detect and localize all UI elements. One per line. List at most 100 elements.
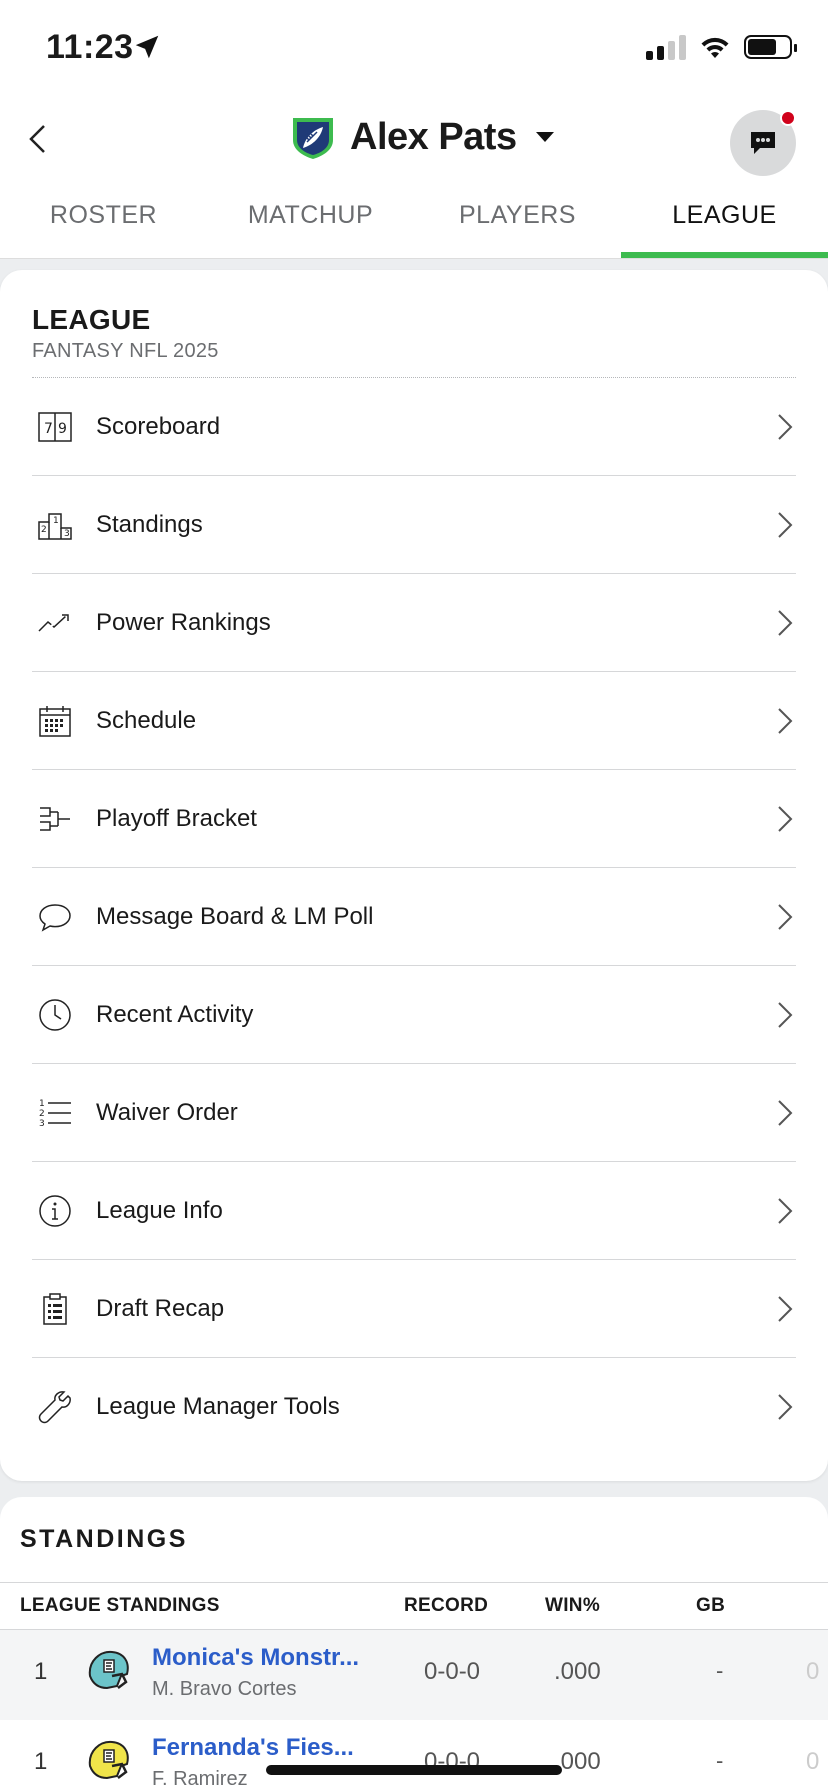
chevron-right-icon [778, 708, 793, 734]
chat-button[interactable] [730, 110, 796, 176]
svg-text:1: 1 [39, 1099, 45, 1109]
status-time: 11:23 [46, 28, 134, 66]
table-row[interactable]: 1 Fernanda's Fies... F. Ramirez 0-0-0 .0… [0, 1720, 828, 1792]
extra-column-value: 0 [806, 1748, 820, 1775]
tab-roster[interactable]: ROSTER [0, 191, 207, 258]
chat-bubble-icon [751, 132, 775, 154]
menu-item-playoff-bracket[interactable]: Playoff Bracket [32, 770, 796, 868]
home-indicator[interactable] [266, 1765, 562, 1775]
numbered-list-icon: 123 [35, 1093, 75, 1133]
menu-item-standings[interactable]: 213 Standings [32, 476, 796, 574]
team-helmet-icon [88, 1740, 129, 1780]
team-link[interactable]: Monica's Monstr... [152, 1644, 359, 1672]
menu-item-schedule[interactable]: Schedule [32, 672, 796, 770]
svg-text:7: 7 [44, 421, 53, 437]
info-icon [35, 1191, 75, 1231]
chevron-right-icon [778, 1394, 793, 1420]
menu-label: Schedule [96, 706, 197, 734]
chevron-right-icon [778, 1198, 793, 1224]
svg-text:2: 2 [41, 525, 47, 535]
chevron-right-icon [778, 1100, 793, 1126]
chevron-right-icon [778, 414, 793, 440]
menu-label: Draft Recap [96, 1294, 225, 1322]
menu-label: League Info [96, 1196, 223, 1224]
menu-item-league-manager-tools[interactable]: League Manager Tools [32, 1358, 796, 1456]
column-header-win-pct[interactable]: WIN% [545, 1595, 600, 1617]
owner-name: M. Bravo Cortes [152, 1678, 297, 1700]
extra-column-value: 0 [806, 1658, 820, 1685]
table-row[interactable]: 1 Monica's Monstr... M. Bravo Cortes 0-0… [0, 1630, 828, 1720]
svg-text:9: 9 [58, 421, 67, 437]
team-logo-icon [293, 118, 333, 159]
chevron-right-icon [778, 610, 793, 636]
win-pct: .000 [554, 1658, 601, 1685]
league-card: LEAGUE FANTASY NFL 2025 79 Scoreboard 21… [0, 270, 828, 1481]
menu-item-scoreboard[interactable]: 79 Scoreboard [32, 378, 796, 476]
menu-label: Waiver Order [96, 1098, 238, 1126]
wrench-icon [35, 1387, 75, 1427]
menu-item-recent-activity[interactable]: Recent Activity [32, 966, 796, 1064]
column-header-team: LEAGUE STANDINGS [20, 1595, 220, 1616]
team-helmet-icon [88, 1650, 129, 1690]
menu-item-league-info[interactable]: League Info [32, 1162, 796, 1260]
menu-label: Standings [96, 510, 203, 538]
menu-label: Scoreboard [96, 412, 221, 440]
chevron-right-icon [778, 1002, 793, 1028]
column-header-record[interactable]: RECORD [404, 1595, 488, 1617]
status-bar: 11:23 [0, 0, 828, 96]
clock-icon [35, 995, 75, 1035]
rank: 1 [34, 1748, 48, 1775]
column-header-gb[interactable]: GB [696, 1595, 725, 1617]
league-menu: 79 Scoreboard 213 Standings Power Rankin… [32, 378, 796, 1456]
menu-label: League Manager Tools [96, 1393, 340, 1420]
chevron-right-icon [778, 806, 793, 832]
back-chevron-icon[interactable] [22, 122, 56, 156]
status-indicators [646, 34, 797, 60]
menu-label: Message Board & LM Poll [96, 902, 374, 930]
clipboard-icon [35, 1289, 75, 1329]
menu-item-draft-recap[interactable]: Draft Recap [32, 1260, 796, 1358]
menu-label: Power Rankings [96, 608, 271, 636]
svg-text:3: 3 [39, 1119, 45, 1129]
record: 0-0-0 [424, 1658, 481, 1685]
tab-bar: ROSTER MATCHUP PLAYERS LEAGUE [0, 191, 828, 259]
league-subtitle: FANTASY NFL 2025 [32, 340, 219, 362]
calendar-icon [35, 701, 75, 741]
location-arrow-icon [135, 35, 159, 59]
speech-bubble-icon [35, 897, 75, 937]
caret-down-icon [535, 132, 554, 142]
tab-matchup[interactable]: MATCHUP [207, 191, 414, 258]
trend-icon [35, 603, 75, 643]
menu-item-waiver-order[interactable]: 123 Waiver Order [32, 1064, 796, 1162]
games-behind: - [716, 1658, 724, 1683]
scoreboard-icon: 79 [35, 407, 75, 447]
svg-text:1: 1 [53, 516, 59, 526]
owner-name: F. Ramirez [152, 1768, 248, 1790]
battery-icon [744, 35, 797, 59]
menu-item-power-rankings[interactable]: Power Rankings [32, 574, 796, 672]
standings-title: STANDINGS [20, 1525, 188, 1553]
league-heading: LEAGUE FANTASY NFL 2025 [32, 304, 219, 363]
menu-item-message-board[interactable]: Message Board & LM Poll [32, 868, 796, 966]
wifi-icon [701, 37, 729, 58]
standings-table-header: LEAGUE STANDINGS RECORD WIN% GB [0, 1582, 828, 1630]
menu-label: Playoff Bracket [96, 804, 257, 832]
tab-players[interactable]: PLAYERS [414, 191, 621, 258]
team-link[interactable]: Fernanda's Fies... [152, 1734, 354, 1762]
bracket-icon [35, 799, 75, 839]
team-switcher[interactable]: Alex Pats [290, 114, 555, 160]
team-name: Alex Pats [350, 115, 517, 158]
games-behind: - [716, 1748, 724, 1773]
menu-label: Recent Activity [96, 1000, 254, 1028]
chevron-right-icon [778, 904, 793, 930]
podium-icon: 213 [35, 505, 75, 545]
chevron-right-icon [778, 512, 793, 538]
app-header: Alex Pats ROSTER MATCHUP PLAYERS LEAGUE [0, 96, 828, 259]
tab-league[interactable]: LEAGUE [621, 191, 828, 258]
notification-badge [780, 110, 796, 126]
league-title: LEAGUE [32, 304, 151, 335]
svg-text:3: 3 [64, 529, 70, 539]
svg-text:2: 2 [39, 1109, 45, 1119]
cellular-signal-icon [646, 34, 686, 60]
chevron-right-icon [778, 1296, 793, 1322]
